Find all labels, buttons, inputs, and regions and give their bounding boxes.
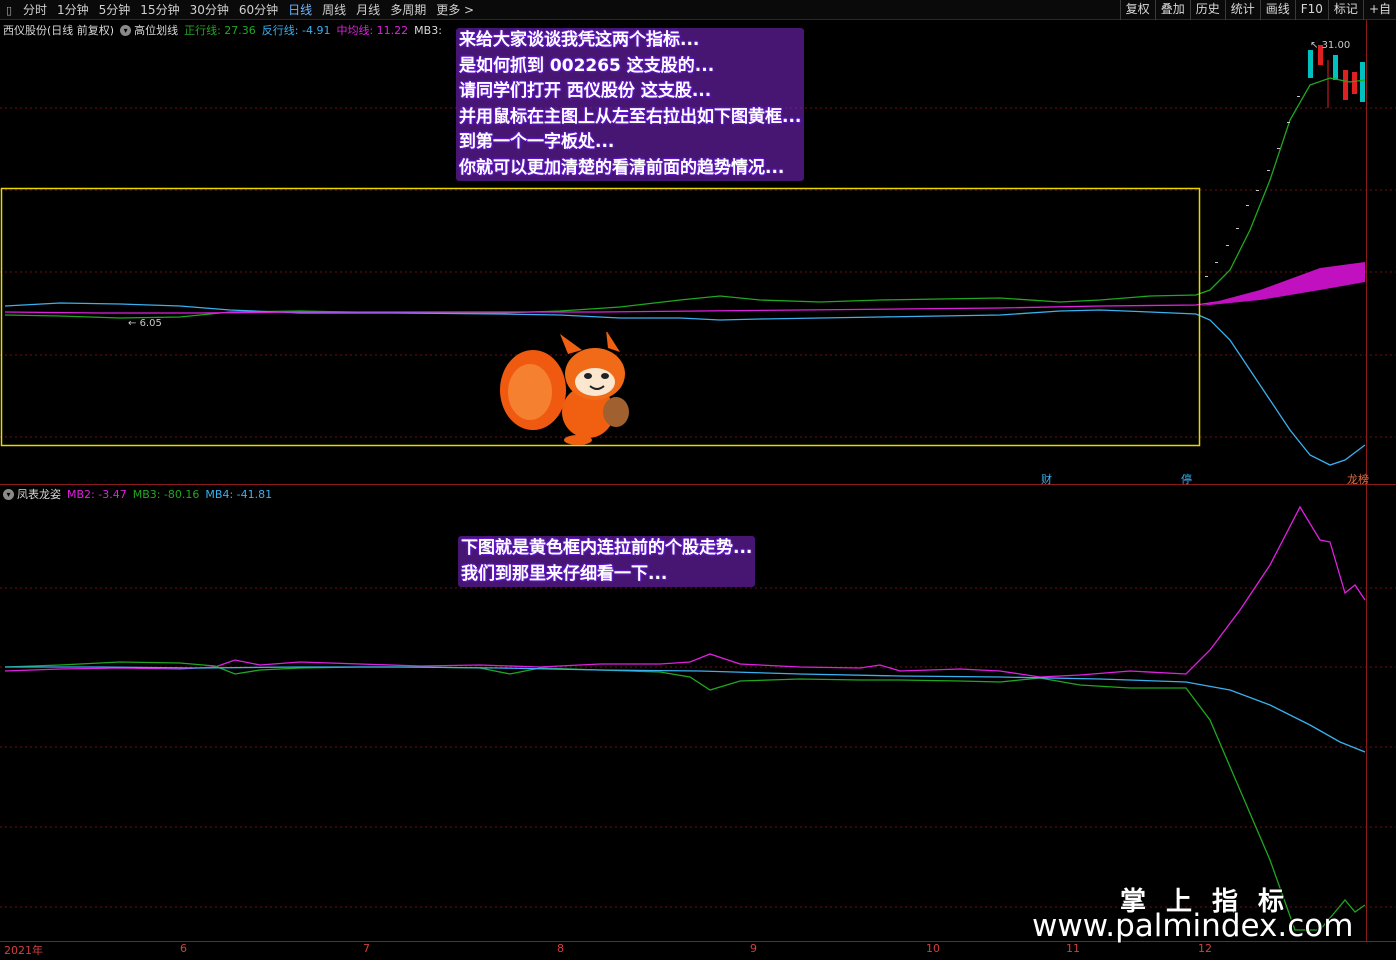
squirrel-icon: [500, 330, 629, 445]
dot: [1267, 170, 1270, 171]
annotation-line: 到第一个一字板处...: [459, 132, 615, 152]
mb2-line: [4, 505, 1366, 678]
candlesticks: [1308, 45, 1365, 108]
annotation-line: 请同学们打开 西仪股份 这支股...: [459, 81, 712, 101]
dot: [1236, 228, 1239, 229]
dragon-list-marker[interactable]: 龙榜: [1347, 471, 1369, 487]
dot: [1205, 276, 1208, 277]
annotation-line: 下图就是黄色框内连拉前的个股走势...: [461, 538, 753, 558]
candle: [1308, 50, 1313, 78]
annotation-top: 来给大家谈谈我凭这两个指标... 是如何抓到 002265 这支股的... 请同…: [456, 28, 805, 181]
fanxing-line: [4, 302, 1366, 466]
dot: [1226, 245, 1229, 246]
x-label: 7: [363, 942, 370, 955]
dot: [1215, 262, 1218, 263]
dot: [1256, 190, 1259, 191]
dot: [1246, 205, 1249, 206]
annotation-line: 我们到那里来仔细看一下...: [461, 563, 668, 584]
annotation-line: 并用鼠标在主图上从左至右拉出如下图黄框...: [459, 106, 802, 127]
x-label: 8: [557, 942, 564, 955]
x-label: 2021年: [4, 944, 43, 957]
x-label: 10: [926, 942, 940, 955]
annotation-line: 是如何抓到 002265 这支股的...: [459, 55, 715, 76]
zhongjun-band: [1200, 262, 1365, 306]
x-label: 6: [180, 942, 187, 955]
annotation-line: 你就可以更加清楚的看清前面的趋势情况...: [459, 157, 785, 178]
candle: [1333, 55, 1338, 80]
candle: [1360, 62, 1365, 102]
annotation-line: 来给大家谈谈我凭这两个指标...: [459, 30, 700, 50]
candle: [1343, 70, 1348, 100]
finance-marker[interactable]: 财: [1041, 471, 1052, 487]
price-dots: [1205, 96, 1300, 277]
price-low-label: ← 6.05: [128, 318, 162, 329]
dot: [1287, 122, 1290, 123]
annotation-bottom: 下图就是黄色框内连拉前的个股走势... 我们到那里来仔细看一下...: [458, 536, 756, 587]
dot: [1297, 96, 1300, 97]
mb4-line: [5, 666, 1366, 753]
price-high-label: ↖ 31.00: [1310, 40, 1351, 51]
suspend-marker[interactable]: 停: [1181, 471, 1192, 487]
dot: [1277, 148, 1280, 149]
sub-grid: [0, 587, 1396, 908]
x-label: 9: [750, 942, 757, 955]
watermark-url: www.palmindex.com: [1032, 908, 1354, 944]
candle: [1352, 72, 1357, 94]
squirrel-mascot: [498, 330, 634, 446]
